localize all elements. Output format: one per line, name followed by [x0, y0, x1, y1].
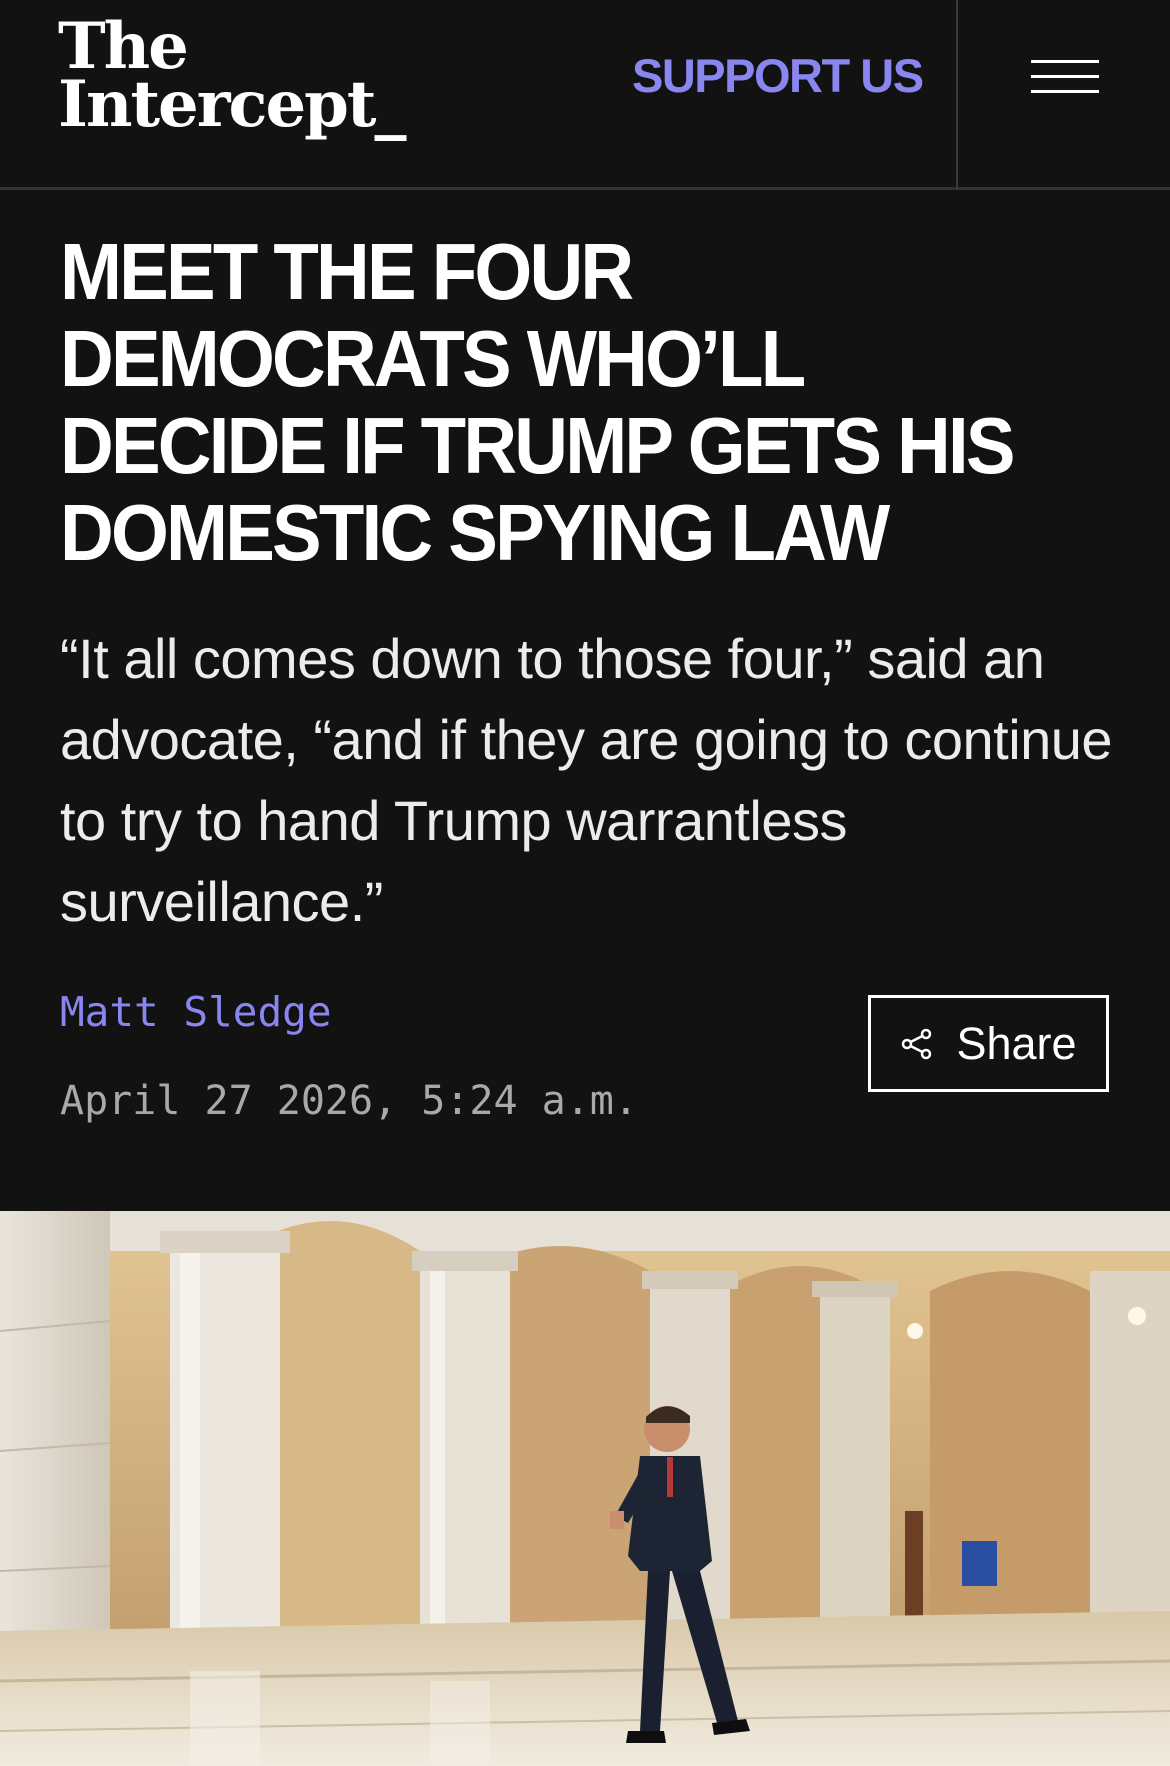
- author-link[interactable]: Matt Sledge: [60, 988, 332, 1036]
- menu-line: [1031, 60, 1099, 63]
- article-headline: MEET THE FOUR DEMOCRATS WHO’LL DECIDE IF…: [60, 227, 1015, 577]
- share-button[interactable]: Share: [868, 995, 1109, 1092]
- hero-photo: [0, 1211, 1170, 1766]
- site-header: The Intercept_ SUPPORT US: [0, 0, 1170, 190]
- logo-line-intercept: Intercept_: [58, 66, 406, 142]
- publish-date: April 27 2026, 5:24 a.m.: [60, 1078, 638, 1124]
- share-icon: [902, 1028, 932, 1059]
- menu-line: [1031, 75, 1099, 78]
- hamburger-menu-icon[interactable]: [1020, 52, 1110, 102]
- menu-line: [1031, 90, 1099, 93]
- article-dek: “It all comes down to those four,” said …: [60, 627, 1113, 933]
- rotunda-photo-illustration: [0, 1211, 1170, 1766]
- header-divider: [956, 0, 958, 190]
- support-us-link[interactable]: SUPPORT US: [632, 48, 924, 103]
- share-label: Share: [956, 1017, 1077, 1069]
- site-logo[interactable]: The Intercept_: [58, 15, 406, 142]
